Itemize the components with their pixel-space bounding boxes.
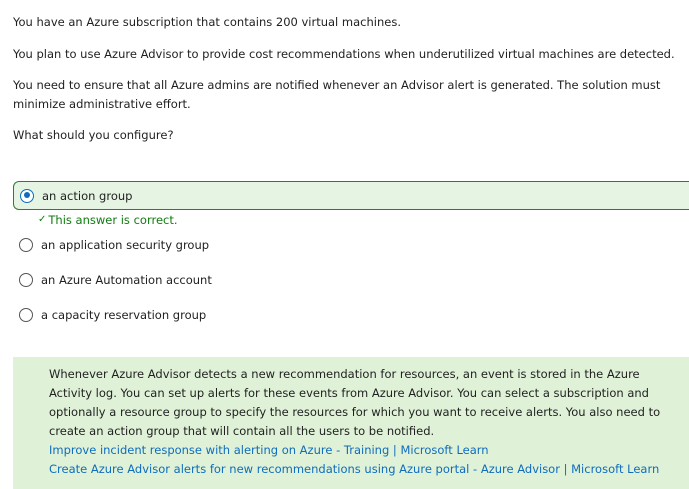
question-line-3: You need to ensure that all Azure admins… <box>13 78 661 111</box>
radio-selected-icon[interactable] <box>20 188 34 203</box>
correct-answer-feedback: ✓ This answer is correct. <box>38 212 178 228</box>
option-capacity-reservation-group[interactable]: a capacity reservation group <box>13 302 413 328</box>
option-label: an action group <box>42 188 133 203</box>
checkmark-icon: ✓ <box>38 214 47 225</box>
question-prompt: What should you configure? <box>13 128 174 142</box>
explanation-text: Whenever Azure Advisor detects a new rec… <box>49 367 661 438</box>
option-label: a capacity reservation group <box>41 308 207 322</box>
option-label: an Azure Automation account <box>41 273 212 287</box>
question-line-2: You plan to use Azure Advisor to provide… <box>13 47 675 61</box>
feedback-text: This answer is correct. <box>48 213 178 227</box>
option-application-security-group[interactable]: an application security group <box>13 232 413 258</box>
explanation-panel: Whenever Azure Advisor detects a new rec… <box>13 357 689 489</box>
learn-link-advisor-alerts[interactable]: Create Azure Advisor alerts for new reco… <box>49 460 689 479</box>
option-azure-automation-account[interactable]: an Azure Automation account <box>13 267 413 293</box>
option-label: an application security group <box>41 238 210 252</box>
learn-link-alerting-training[interactable]: Improve incident response with alerting … <box>49 441 689 460</box>
question-line-1: You have an Azure subscription that cont… <box>13 15 401 29</box>
option-action-group[interactable]: an action group <box>13 181 689 210</box>
radio-unselected-icon[interactable] <box>19 273 33 287</box>
radio-unselected-icon[interactable] <box>19 308 33 322</box>
radio-unselected-icon[interactable] <box>19 238 33 252</box>
